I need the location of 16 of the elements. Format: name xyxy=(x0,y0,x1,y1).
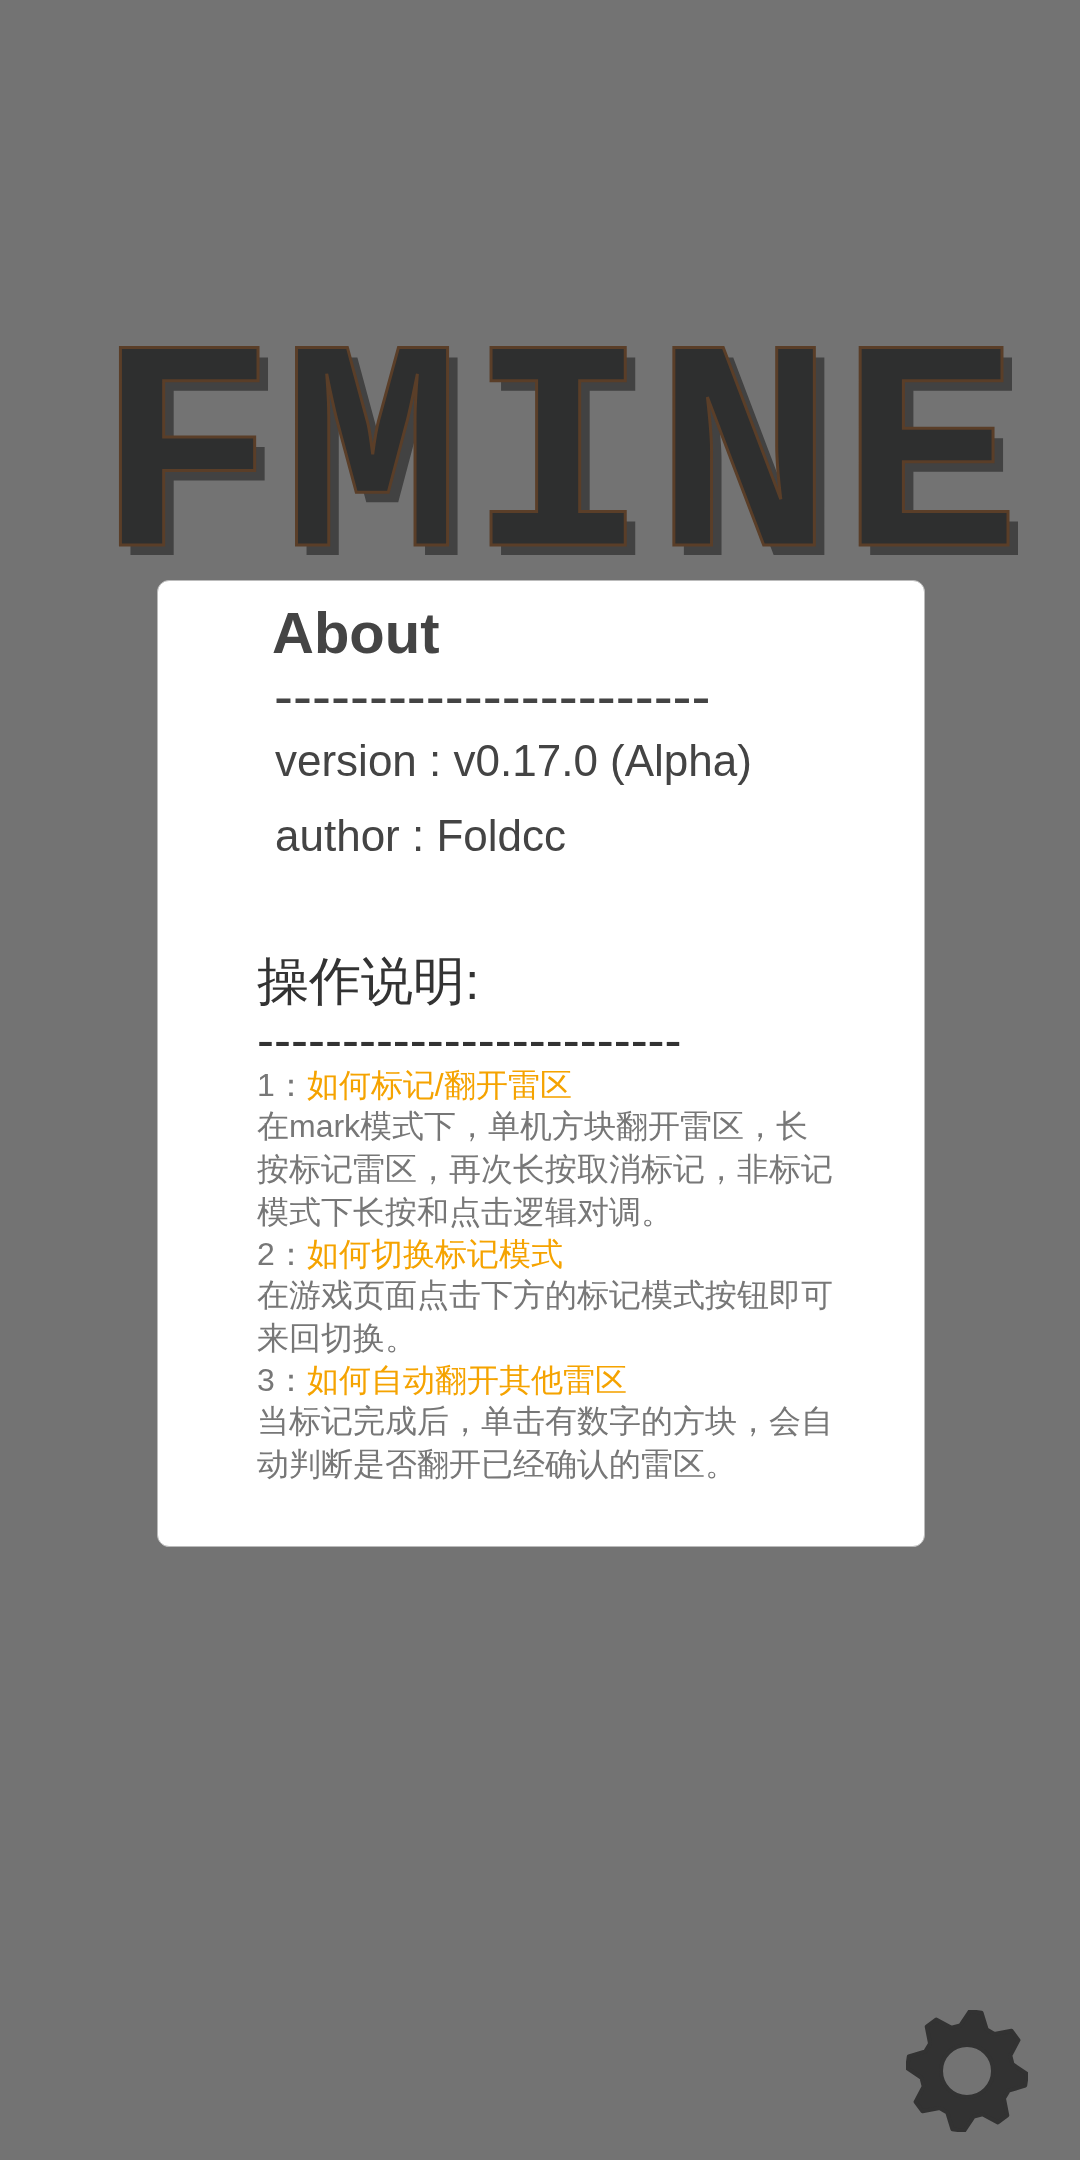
settings-icon[interactable] xyxy=(906,2010,1028,2132)
version-text: version : v0.17.0 (Alpha) xyxy=(275,735,752,787)
item-title: 如何切换标记模式 xyxy=(306,1236,563,1272)
dashed-divider: ----------------------- xyxy=(274,671,711,721)
author-text: author : Foldcc xyxy=(275,810,567,862)
item-description: 在mark模式下，单机方块翻开雷区，长按标记雷区，再次长按取消标记，非标记模式下长按和点击逻辑对调。 xyxy=(257,1107,834,1232)
item-number: 3： xyxy=(257,1362,307,1398)
item-number: 1： xyxy=(257,1067,307,1103)
item-description: 在游戏页面点击下方的标记模式按钮即可来回切换。 xyxy=(257,1276,834,1358)
dashed-divider: ------------------------- xyxy=(257,1019,682,1063)
item-number: 2： xyxy=(257,1236,307,1272)
item-title: 如何自动翻开其他雷区 xyxy=(306,1362,627,1398)
about-title: About xyxy=(272,599,440,667)
item-description: 当标记完成后，单击有数字的方块，会自动判断是否翻开已经确认的雷区。 xyxy=(257,1402,834,1484)
item-title: 如何标记/翻开雷区 xyxy=(306,1067,572,1103)
help-title: 操作说明: xyxy=(257,951,480,1012)
